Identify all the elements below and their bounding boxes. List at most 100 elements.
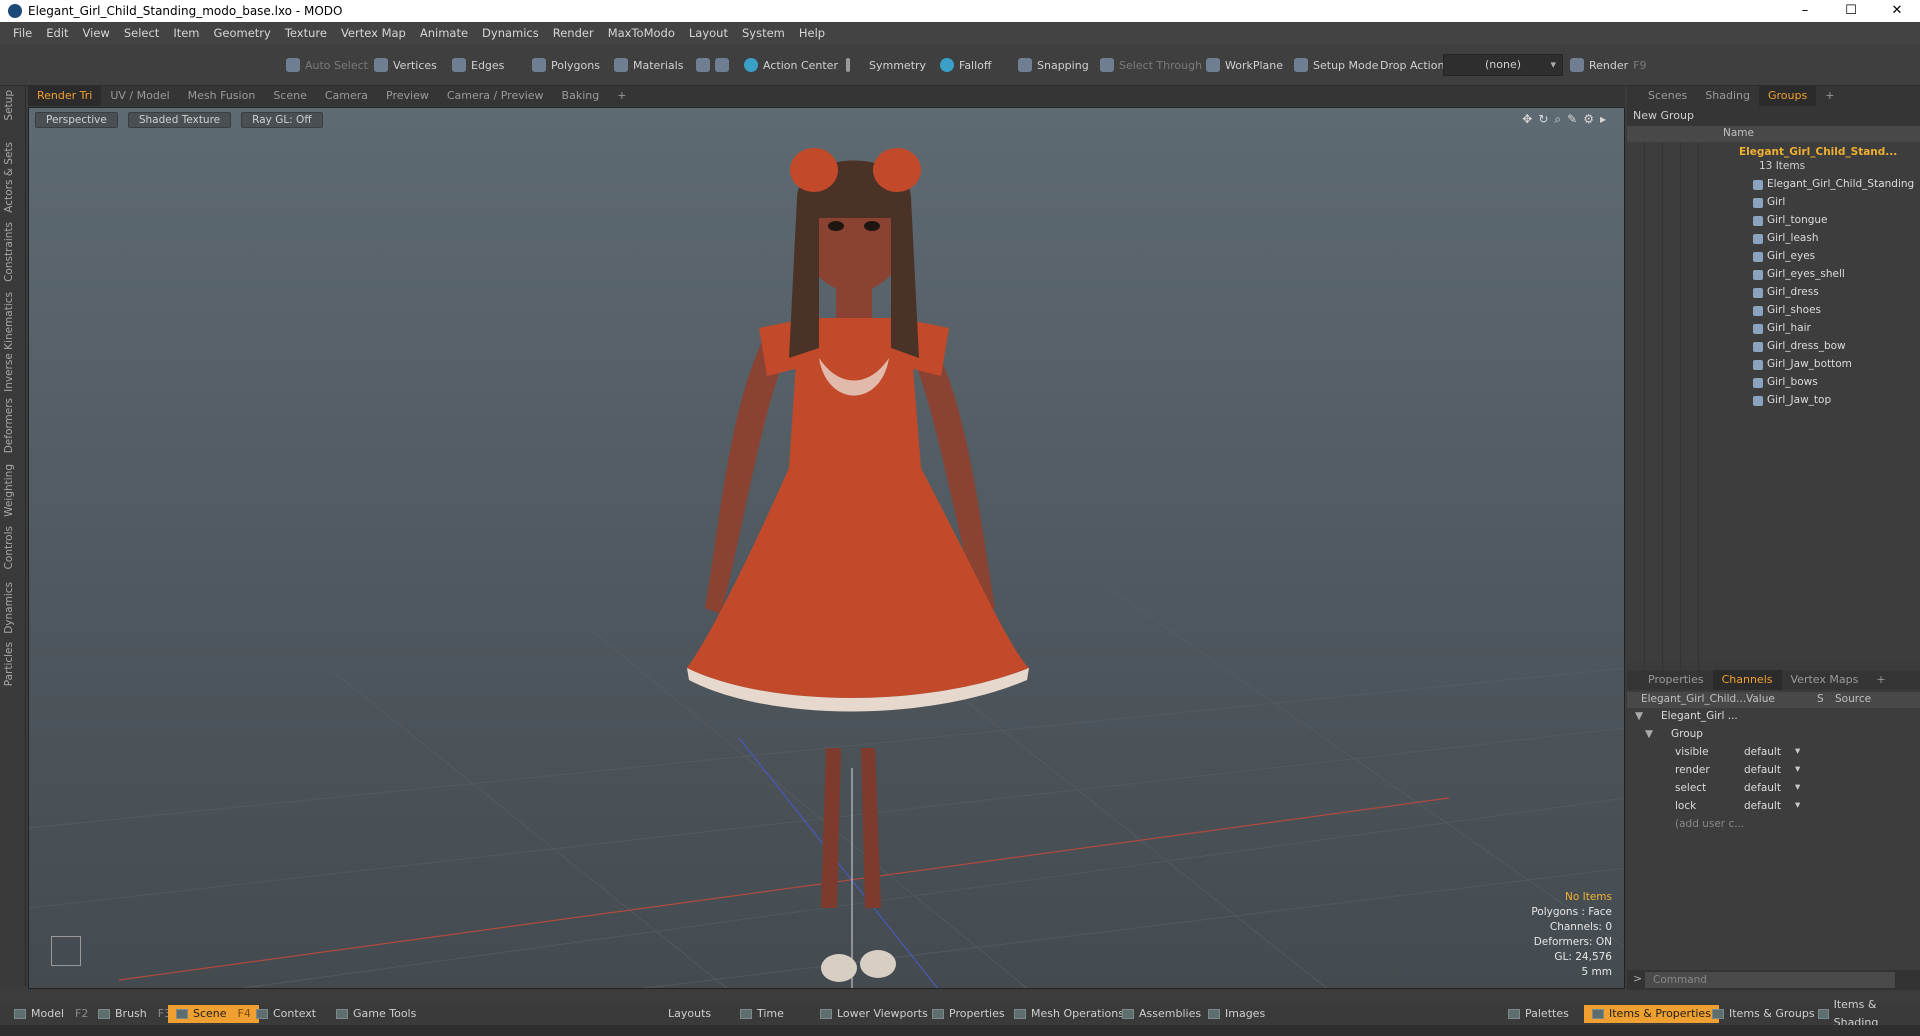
items-groups-button[interactable]: Items & Groups (1704, 1005, 1823, 1023)
viewport-expand-icon[interactable]: ▸ (1600, 112, 1606, 127)
menu-maxtomodo[interactable]: MaxToModo (601, 26, 682, 40)
add-user-channel-row[interactable]: (add user c... (1627, 816, 1920, 834)
time-button[interactable]: Time (732, 1005, 792, 1023)
tree-item[interactable]: Girl_hair (1627, 320, 1920, 338)
pan-icon[interactable]: ✥ (1522, 112, 1532, 127)
shading-mode-button[interactable]: Shaded Texture (127, 112, 232, 128)
chevron-down-icon[interactable]: ▾ (1795, 799, 1800, 811)
menu-view[interactable]: View (76, 26, 117, 40)
assemblies-button[interactable]: Assemblies (1114, 1005, 1209, 1023)
channel-row[interactable]: lock default ▾ (1627, 798, 1920, 816)
items-properties-button[interactable]: Items & Properties (1584, 1005, 1719, 1023)
rotate-icon[interactable]: ↻ (1538, 112, 1548, 127)
channel-row[interactable]: visible default ▾ (1627, 744, 1920, 762)
command-input[interactable]: Command (1645, 972, 1895, 988)
tab-mesh-fusion[interactable]: Mesh Fusion (179, 86, 265, 106)
view-mode-button[interactable]: Perspective (35, 112, 118, 128)
add-right-tab-button[interactable]: + (1816, 86, 1843, 106)
tree-item[interactable]: Girl_shoes (1627, 302, 1920, 320)
tab-scenes[interactable]: Scenes (1639, 86, 1696, 106)
menu-edit[interactable]: Edit (39, 26, 75, 40)
snapping-button[interactable]: Snapping (1018, 54, 1089, 76)
brush-layout-button[interactable]: Brush F3 (90, 1005, 179, 1023)
tree-item[interactable]: Girl_leash (1627, 230, 1920, 248)
add-tab-button[interactable]: + (608, 86, 635, 106)
chevron-down-icon[interactable]: ▾ (1795, 745, 1800, 757)
channel-group-row[interactable]: ▼ Group (1627, 726, 1920, 744)
tab-particles[interactable]: Particles (3, 642, 15, 686)
menu-select[interactable]: Select (117, 26, 166, 40)
menu-system[interactable]: System (735, 26, 792, 40)
tab-vertex-maps[interactable]: Vertex Maps (1782, 670, 1868, 690)
menu-vertex-map[interactable]: Vertex Map (334, 26, 413, 40)
tab-camera-preview[interactable]: Camera / Preview (438, 86, 553, 106)
tab-setup[interactable]: Setup (3, 90, 15, 121)
tab-properties[interactable]: Properties (1639, 670, 1713, 690)
tree-item[interactable]: Girl_eyes_shell (1627, 266, 1920, 284)
tree-item[interactable]: Girl_bows (1627, 374, 1920, 392)
chevron-down-icon[interactable]: ▾ (1795, 763, 1800, 775)
tab-constraints[interactable]: Constraints (3, 222, 15, 282)
workplane-button[interactable]: WorkPlane (1206, 54, 1283, 76)
tab-actors-sets[interactable]: Actors & Sets (3, 142, 15, 213)
select-through-button[interactable]: Select Through (1100, 54, 1202, 76)
menu-render[interactable]: Render (546, 26, 601, 40)
tab-baking[interactable]: Baking (553, 86, 609, 106)
3d-viewport[interactable]: Perspective Shaded Texture Ray GL: Off ✥… (28, 107, 1625, 989)
chevron-down-icon[interactable]: ▾ (1795, 781, 1800, 793)
setup-mode-button[interactable]: Setup Mode (1294, 54, 1378, 76)
new-group-button[interactable]: New Group (1629, 109, 1698, 122)
falloff-button[interactable]: Falloff (940, 54, 991, 76)
lower-viewports-button[interactable]: Lower Viewports (812, 1005, 936, 1023)
zoom-icon[interactable]: ⌕ (1554, 112, 1561, 127)
tab-controls[interactable]: Controls (3, 526, 15, 569)
palettes-button[interactable]: Palettes (1500, 1005, 1577, 1023)
channel-row[interactable]: render default ▾ (1627, 762, 1920, 780)
tree-item[interactable]: Girl_dress (1627, 284, 1920, 302)
model-layout-button[interactable]: Model F2 (6, 1005, 96, 1023)
context-button[interactable]: Context (248, 1005, 324, 1023)
polygons-button[interactable]: Polygons (532, 54, 600, 76)
menu-file[interactable]: File (6, 26, 39, 40)
channel-row[interactable]: select default ▾ (1627, 780, 1920, 798)
vertices-button[interactable]: Vertices (374, 54, 437, 76)
tab-weighting[interactable]: Weighting (3, 464, 15, 517)
menu-layout[interactable]: Layout (682, 26, 735, 40)
tree-item[interactable]: Elegant_Girl_Child_Standing (1627, 176, 1920, 194)
tab-deformers[interactable]: Deformers (3, 398, 15, 453)
maximize-button[interactable]: ☐ (1828, 0, 1874, 22)
raygl-button[interactable]: Ray GL: Off (241, 112, 323, 128)
viewport-settings-icon[interactable]: ⚙ (1583, 112, 1594, 127)
menu-help[interactable]: Help (792, 26, 832, 40)
tree-item[interactable]: Girl_tongue (1627, 212, 1920, 230)
items-shading-button[interactable]: Items & Shading (1810, 998, 1920, 1029)
auto-select-button[interactable]: Auto Select (286, 54, 368, 76)
tree-item[interactable]: Girl_Jaw_top (1627, 392, 1920, 410)
edges-button[interactable]: Edges (452, 54, 504, 76)
tab-render-tri[interactable]: Render Tri (28, 86, 102, 106)
channel-item-row[interactable]: ▼ Elegant_Girl ... (1627, 708, 1920, 726)
tab-channels[interactable]: Channels (1712, 670, 1782, 690)
tree-item[interactable]: Girl_Jaw_bottom (1627, 356, 1920, 374)
tree-item[interactable]: Girl (1627, 194, 1920, 212)
menu-geometry[interactable]: Geometry (207, 26, 278, 40)
game-tools-button[interactable]: Game Tools (328, 1005, 424, 1023)
selection-mode-buttons[interactable] (696, 54, 729, 76)
tab-inverse-kinematics[interactable]: Inverse Kinematics (3, 292, 15, 392)
close-button[interactable]: ✕ (1874, 0, 1920, 22)
tab-uv-model[interactable]: UV / Model (101, 86, 178, 106)
tab-groups[interactable]: Groups (1758, 86, 1817, 106)
action-center-button[interactable]: Action Center (744, 54, 838, 76)
tab-preview[interactable]: Preview (377, 86, 438, 106)
drop-action-dropdown[interactable]: (none) (1443, 54, 1563, 76)
symmetry-button[interactable]: Symmetry (846, 54, 926, 76)
paint-icon[interactable]: ✎ (1567, 112, 1577, 127)
layouts-button[interactable]: Layouts (660, 1005, 719, 1023)
tree-item[interactable]: Girl_dress_bow (1627, 338, 1920, 356)
minimize-button[interactable]: – (1782, 0, 1828, 22)
render-button[interactable]: Render F9 (1570, 54, 1647, 76)
menu-animate[interactable]: Animate (413, 26, 475, 40)
tree-item[interactable]: Girl_eyes (1627, 248, 1920, 266)
girl-character-model[interactable] (687, 148, 1029, 982)
scene-layout-button[interactable]: Scene F4 (168, 1005, 259, 1023)
